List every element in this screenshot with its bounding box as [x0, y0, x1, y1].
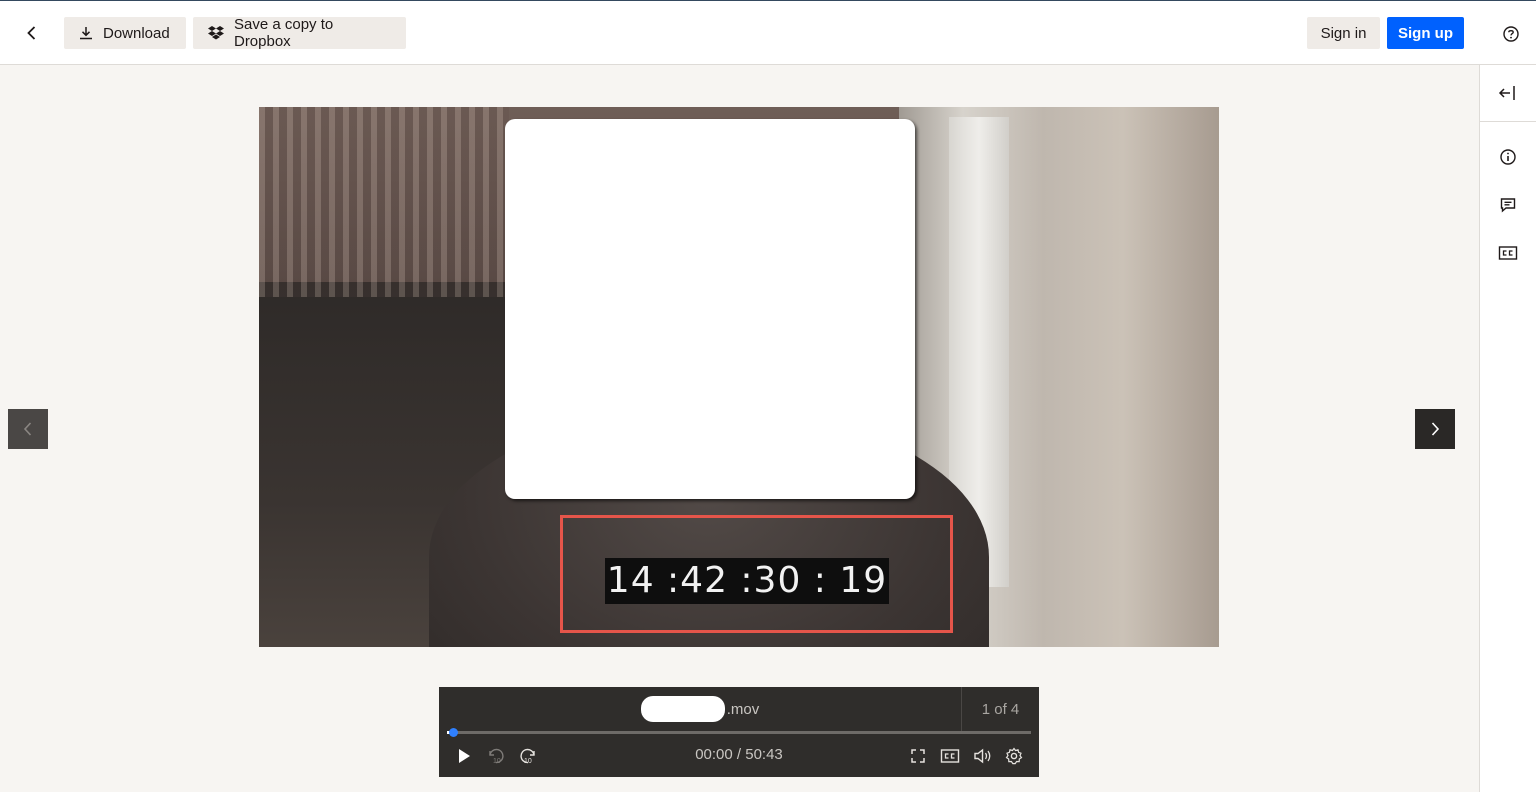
sign-up-button[interactable]: Sign up	[1387, 17, 1464, 49]
progress-handle[interactable]	[448, 728, 458, 737]
playback-time: 00:00 / 50:43	[695, 746, 783, 763]
download-button[interactable]: Download	[64, 17, 186, 49]
fullscreen-icon	[911, 749, 925, 763]
forward-10-button[interactable]: 10	[517, 745, 539, 767]
svg-text:10: 10	[524, 758, 532, 765]
help-button[interactable]	[1498, 21, 1524, 47]
collapse-panel-icon	[1498, 86, 1515, 100]
sidebar-divider	[1480, 121, 1536, 122]
sign-in-button[interactable]: Sign in	[1307, 17, 1380, 49]
svg-text:10: 10	[493, 758, 501, 765]
progress-bar[interactable]	[447, 728, 1031, 737]
collapse-panel-button[interactable]	[1494, 79, 1522, 107]
chevron-left-icon	[23, 422, 32, 436]
back-button[interactable]	[18, 19, 46, 47]
dropbox-label: Save a copy to Dropbox	[233, 16, 334, 50]
comment-button[interactable]	[1494, 191, 1522, 219]
previous-file-button[interactable]	[8, 409, 48, 449]
rewind-10-icon: 10	[489, 748, 504, 765]
save-to-dropbox-button[interactable]: Save a copy to Dropbox	[193, 16, 406, 50]
file-counter: 1 of 4	[961, 687, 1039, 731]
timecode-overlay: 14 :42 :30 : 19	[605, 558, 889, 604]
play-button[interactable]	[453, 745, 475, 767]
captions-icon	[940, 749, 960, 763]
video-curtain-left	[259, 107, 509, 297]
redaction-box	[505, 119, 915, 499]
info-button[interactable]	[1494, 143, 1522, 171]
volume-icon	[974, 748, 991, 764]
back-arrow-icon	[27, 26, 36, 40]
info-icon	[1500, 149, 1516, 165]
right-sidebar	[1479, 65, 1536, 792]
rewind-10-button[interactable]: 10	[485, 745, 507, 767]
download-label: Download	[103, 24, 170, 42]
help-icon	[1503, 26, 1519, 42]
settings-icon	[1005, 747, 1023, 765]
captions-button[interactable]	[1494, 239, 1522, 267]
fullscreen-button[interactable]	[907, 745, 929, 767]
player-captions-button[interactable]	[939, 745, 961, 767]
volume-button[interactable]	[972, 745, 994, 767]
settings-button[interactable]	[1003, 745, 1025, 767]
filename-redaction	[640, 696, 725, 722]
comment-icon	[1500, 198, 1516, 213]
forward-10-icon: 10	[520, 748, 535, 765]
captions-icon	[1498, 246, 1518, 260]
play-icon	[459, 749, 470, 763]
file-extension: .mov	[726, 700, 760, 718]
top-toolbar: Download Save a copy to Dropbox Sign in …	[0, 0, 1536, 65]
file-name: .mov	[439, 687, 961, 731]
dropbox-icon	[207, 26, 224, 40]
video-frame[interactable]: 14 :42 :30 : 19	[259, 107, 1219, 647]
video-player-controls: .mov 1 of 4 10 10 00:00 / 50:43	[439, 687, 1039, 777]
download-icon	[80, 27, 92, 40]
next-file-button[interactable]	[1415, 409, 1455, 449]
chevron-right-icon	[1431, 422, 1440, 436]
